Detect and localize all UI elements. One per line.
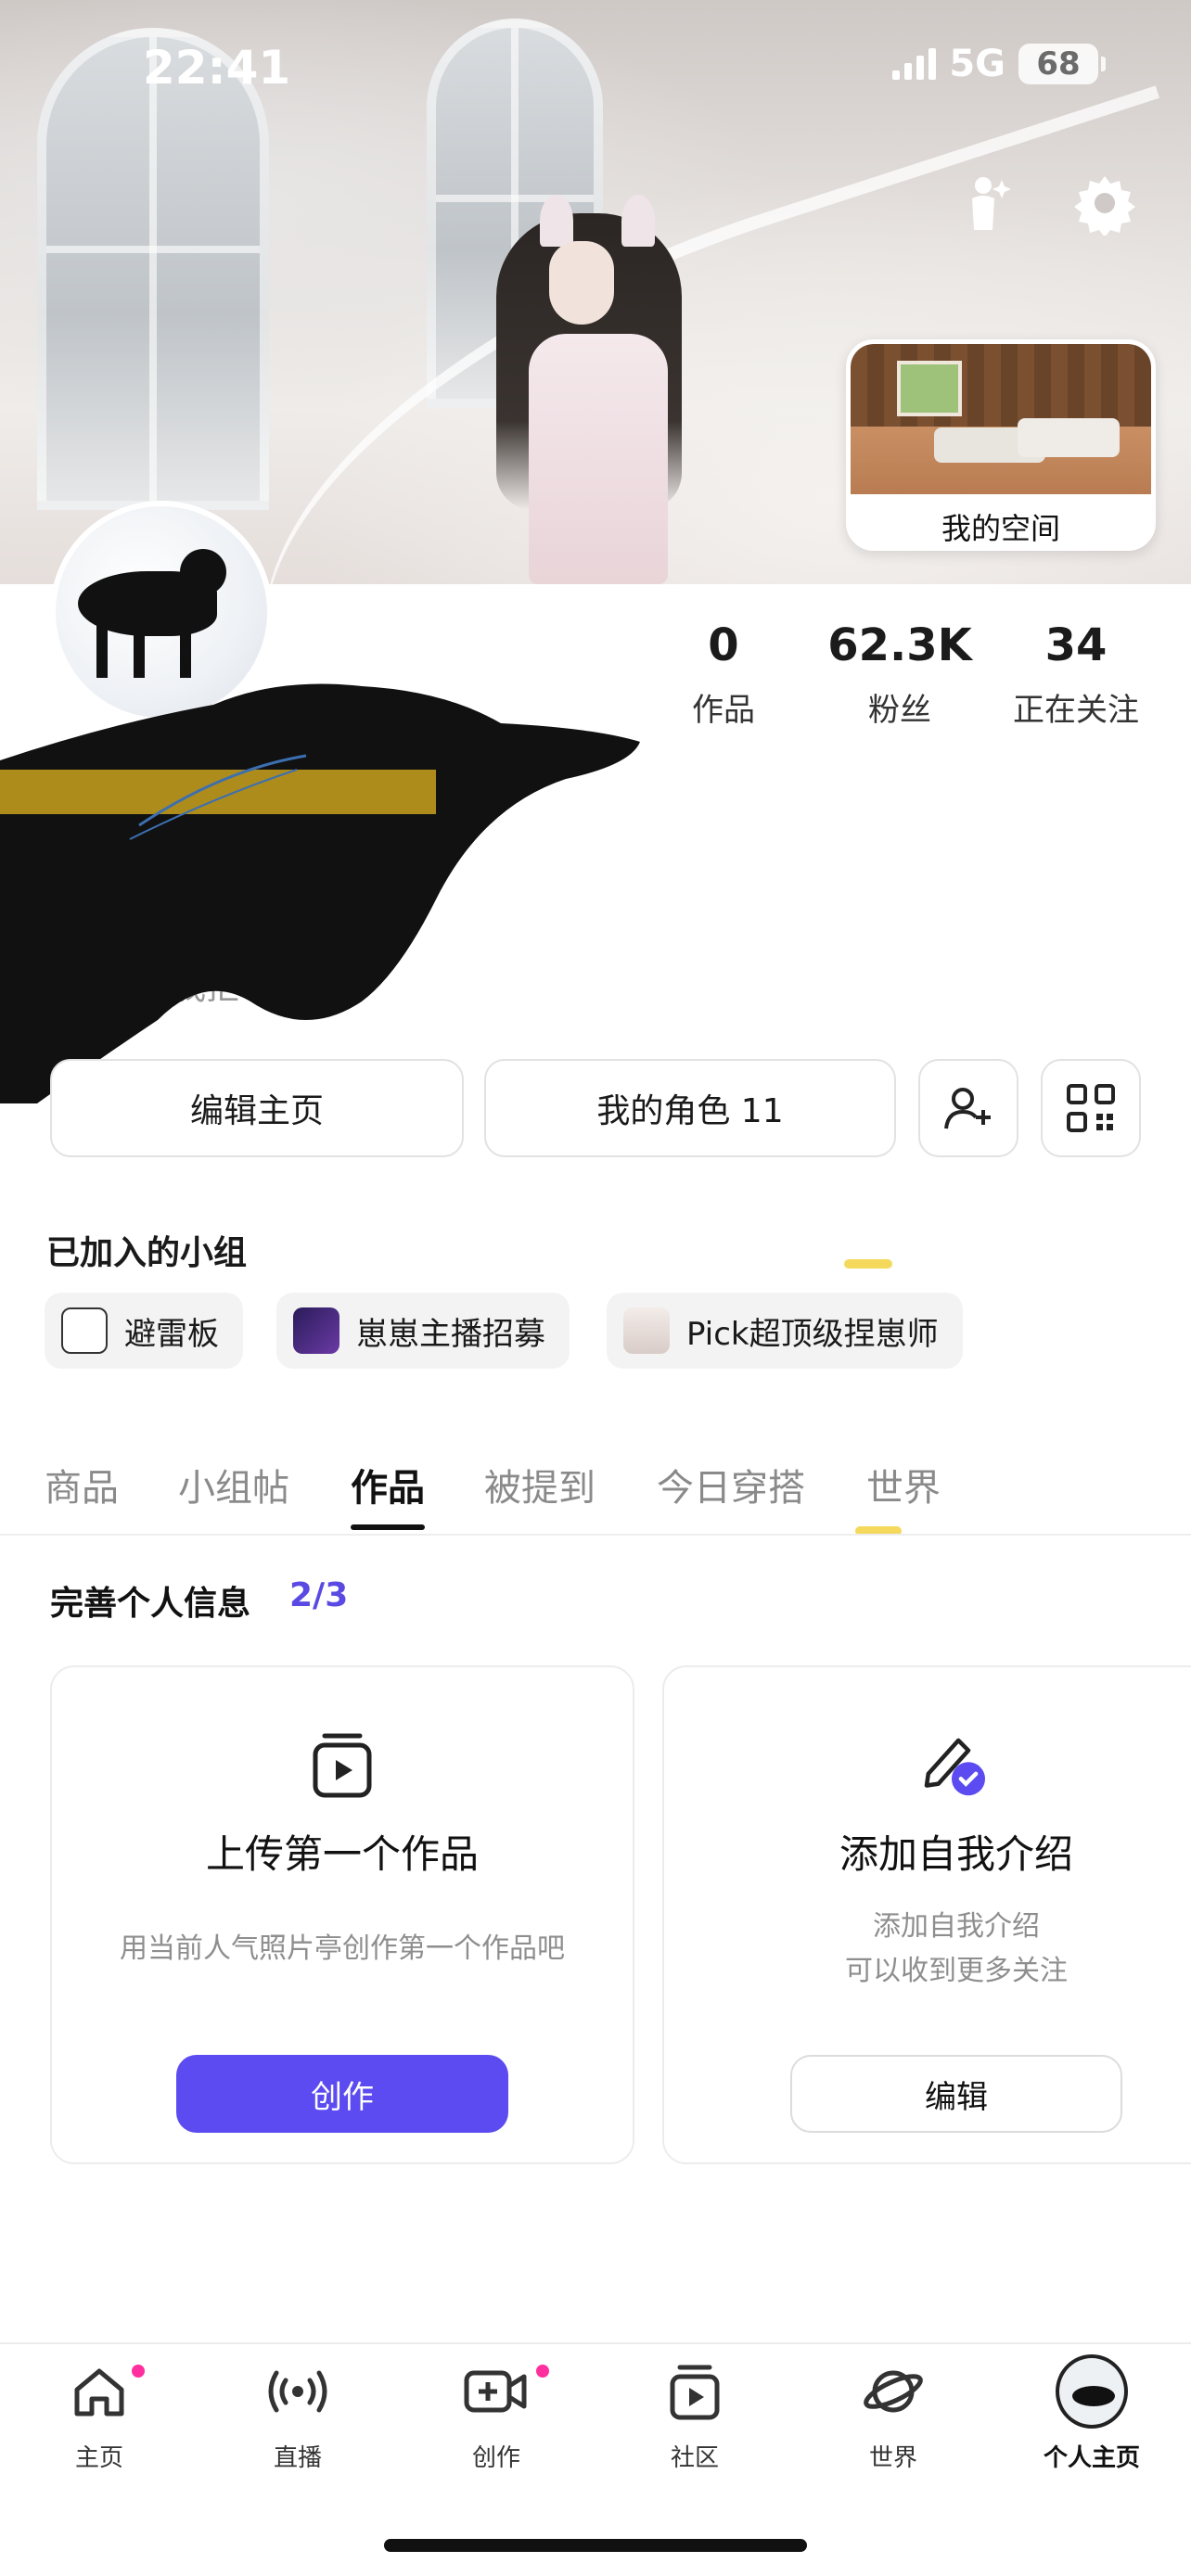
edit-profile-button[interactable]: 编辑主页	[50, 1059, 464, 1157]
battery-level: 68	[1036, 45, 1081, 83]
status-indicators: 5G 68	[892, 43, 1106, 85]
add-friend-button[interactable]	[918, 1059, 1018, 1157]
nav-divider	[0, 2342, 1191, 2344]
group-thumbnail	[623, 1307, 670, 1354]
bio-text: 我拒	[173, 969, 240, 1007]
add-user-icon	[944, 1088, 991, 1129]
highlight-mark	[844, 1259, 892, 1269]
network-type: 5G	[949, 43, 1005, 85]
card-description: 用当前人气照片亭创作第一个作品吧	[120, 1932, 565, 1965]
nav-world[interactable]: 世界	[794, 2355, 992, 2494]
my-characters-button[interactable]: 我的角色 11	[484, 1059, 896, 1157]
notification-dot	[536, 2365, 549, 2378]
my-space-label: 我的空间	[941, 511, 1060, 546]
profile-stats: 0 作品 62.3K 粉丝 34 正在关注	[640, 619, 1159, 730]
avatar-character[interactable]	[482, 195, 705, 584]
qr-code-icon	[1067, 1084, 1115, 1132]
nav-home[interactable]: 主页	[0, 2355, 198, 2494]
pencil-check-icon	[924, 1738, 985, 1796]
tab-mentions[interactable]: 被提到	[484, 1458, 596, 1511]
nav-label: 世界	[868, 2444, 917, 2472]
home-icon	[63, 2355, 135, 2428]
edit-intro-button[interactable]: 编辑	[790, 2055, 1122, 2133]
nav-profile[interactable]: 个人主页	[992, 2354, 1191, 2494]
settings-gear-icon[interactable]	[1069, 167, 1141, 239]
tab-world[interactable]: 世界	[866, 1458, 941, 1511]
group-chip[interactable]: Pick超顶级捏崽师	[607, 1293, 963, 1369]
stat-following[interactable]: 34 正在关注	[992, 619, 1159, 730]
stat-value: 0	[708, 619, 739, 671]
stat-value: 34	[1044, 619, 1108, 671]
joined-groups-title: 已加入的小组	[46, 1234, 248, 1272]
planet-icon	[857, 2355, 929, 2428]
room-thumbnail	[851, 344, 1151, 494]
nav-label: 创作	[471, 2444, 520, 2472]
obscuring-sticker	[0, 668, 640, 1103]
notification-dot	[132, 2365, 145, 2378]
group-chip[interactable]: 崽崽主播招募	[276, 1293, 570, 1369]
bottom-nav: 主页 直播 创作 社区 世界 个人主页	[0, 2354, 1191, 2494]
signal-icon	[892, 48, 937, 80]
nav-label: 直播	[273, 2444, 322, 2472]
nav-community[interactable]: 社区	[596, 2355, 794, 2494]
card-description: 添加自我介绍 可以收到更多关注	[664, 1905, 1191, 1994]
stat-value: 62.3K	[827, 619, 972, 671]
create-button[interactable]: 创作	[176, 2055, 508, 2133]
status-time: 22:41	[143, 41, 291, 95]
complete-profile-title: 完善个人信息	[50, 1585, 251, 1623]
battery-icon: 68	[1018, 44, 1106, 84]
tab-products[interactable]: 商品	[45, 1458, 119, 1511]
stat-followers[interactable]: 62.3K 粉丝	[816, 619, 983, 730]
stat-works[interactable]: 0 作品	[640, 619, 807, 730]
tab-group-posts[interactable]: 小组帖	[178, 1458, 289, 1511]
play-card-icon	[313, 1733, 372, 1798]
broadcast-icon	[262, 2355, 334, 2428]
profile-avatar[interactable]	[50, 501, 273, 723]
card-title: 添加自我介绍	[839, 1831, 1073, 1877]
qr-code-button[interactable]	[1041, 1059, 1141, 1157]
group-name: Pick超顶级捏崽师	[686, 1315, 939, 1353]
my-space-card[interactable]: 我的空间	[846, 339, 1156, 551]
dress-up-icon[interactable]	[950, 167, 1022, 239]
card-title: 上传第一个作品	[205, 1831, 479, 1877]
nav-label: 个人主页	[1043, 2444, 1140, 2472]
home-indicator[interactable]	[384, 2539, 807, 2552]
group-thumbnail	[61, 1307, 108, 1354]
group-name: 崽崽主播招募	[356, 1315, 545, 1353]
add-intro-card: 添加自我介绍 添加自我介绍 可以收到更多关注 编辑	[662, 1665, 1191, 2164]
banner-window	[37, 28, 269, 510]
group-name: 避雷板	[124, 1315, 219, 1353]
nav-label: 社区	[670, 2444, 719, 2472]
stat-label: 正在关注	[1013, 692, 1139, 729]
stat-label: 粉丝	[868, 692, 931, 729]
card-description-line: 添加自我介绍	[873, 1910, 1040, 1943]
group-thumbnail	[293, 1307, 339, 1354]
stat-label: 作品	[692, 692, 755, 729]
nav-live[interactable]: 直播	[198, 2355, 397, 2494]
upload-first-work-card: 上传第一个作品 用当前人气照片亭创作第一个作品吧 创作	[50, 1665, 634, 2164]
video-plus-icon	[460, 2355, 532, 2428]
avatar-icon	[1056, 2354, 1128, 2429]
nav-label: 主页	[74, 2444, 123, 2472]
nav-create[interactable]: 创作	[397, 2355, 596, 2494]
group-chip[interactable]: 避雷板	[45, 1293, 243, 1369]
tab-works[interactable]: 作品	[351, 1458, 425, 1530]
tab-todays-outfit[interactable]: 今日穿搭	[657, 1458, 805, 1511]
card-description-line: 可以收到更多关注	[845, 1955, 1068, 1987]
tabs-divider	[0, 1534, 1191, 1536]
complete-profile-progress: 2/3	[289, 1576, 349, 1614]
play-card-icon	[659, 2355, 731, 2428]
